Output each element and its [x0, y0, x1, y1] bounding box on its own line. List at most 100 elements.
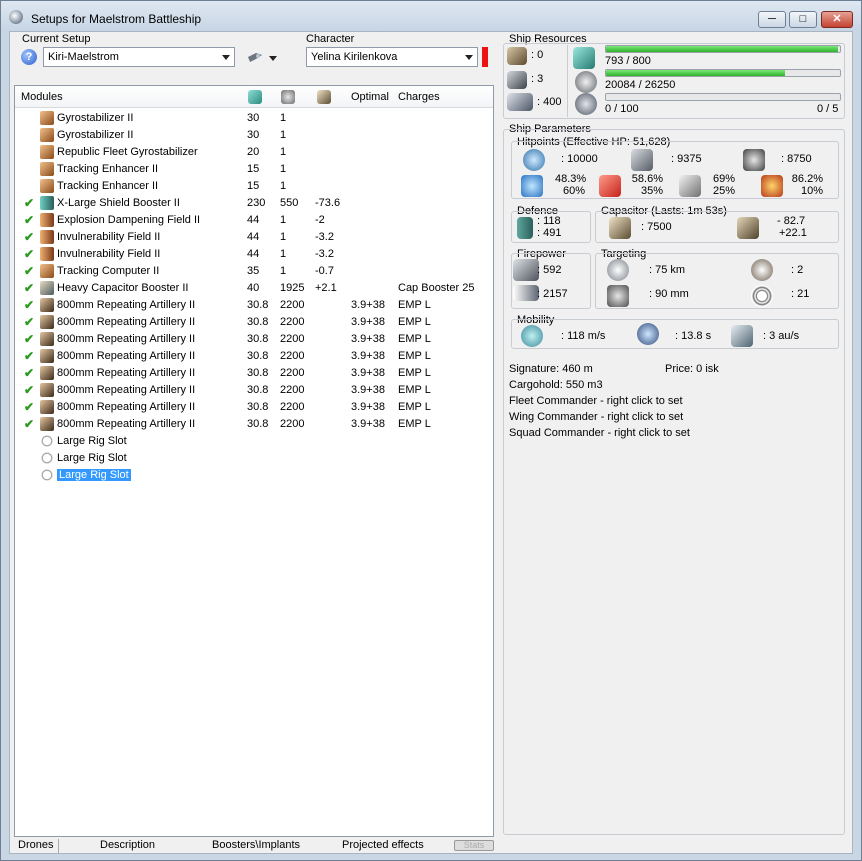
cpu-icon[interactable]	[248, 90, 262, 104]
right-panel: Ship Resources : 0 : 3 : 400 793 / 800 2…	[499, 31, 847, 851]
sensor-strength-value: : 21	[791, 288, 810, 300]
artillery-icon	[40, 383, 54, 397]
module-cpu: 30.8	[247, 316, 269, 328]
module-powergrid: 1	[280, 180, 287, 192]
module-row[interactable]: ✔ 800mm Repeating Artillery II 30.8 2200 3.9…	[15, 348, 493, 365]
module-name: Gyrostabilizer II	[57, 112, 134, 124]
tab-drones[interactable]: Drones	[18, 839, 53, 851]
fleet-commander[interactable]: Fleet Commander - right click to set	[509, 395, 683, 407]
module-name: Tracking Computer II	[57, 265, 160, 277]
ship-menu-icon[interactable]	[247, 50, 263, 64]
explosive-resist-value: 86.2% 10%	[791, 173, 823, 197]
module-row[interactable]: Tracking Enhancer II 15 1	[15, 178, 493, 195]
ship-menu-chevron-icon[interactable]	[269, 56, 277, 61]
module-row[interactable]: ✔ 800mm Repeating Artillery II 30.8 2200 3.9…	[15, 331, 493, 348]
wing-commander[interactable]: Wing Commander - right click to set	[509, 411, 683, 423]
close-button[interactable]: ✕	[821, 11, 853, 28]
tab-description[interactable]: Description	[100, 839, 155, 851]
artillery-icon	[40, 332, 54, 346]
module-cpu: 30.8	[247, 333, 269, 345]
fitted-check-icon: ✔	[24, 281, 35, 295]
max-targets-icon	[751, 259, 773, 281]
module-powergrid: 2200	[280, 316, 305, 328]
module-name: X-Large Shield Booster II	[57, 197, 180, 209]
module-cpu: 30.8	[247, 350, 269, 362]
tab-boosters-implants[interactable]: Boosters\Implants	[212, 839, 300, 851]
module-row[interactable]: Tracking Enhancer II 15 1	[15, 161, 493, 178]
maximize-button[interactable]: □	[789, 11, 817, 28]
current-setup-select[interactable]: Kiri-Maelstrom	[43, 47, 235, 67]
module-capacitor: -0.7	[315, 265, 334, 277]
kinetic-resist-icon	[679, 175, 701, 197]
module-row[interactable]: Large Rig Slot	[15, 467, 493, 484]
turret-slots-value: : 0	[531, 49, 544, 61]
module-charges: EMP L	[398, 418, 431, 430]
squad-commander[interactable]: Squad Commander - right click to set	[509, 427, 690, 439]
module-charges: EMP L	[398, 401, 431, 413]
volley-icon	[513, 259, 539, 281]
module-name: 800mm Repeating Artillery II	[57, 367, 196, 379]
module-optimal: 3.9+38	[351, 418, 385, 430]
module-row[interactable]: ✔ 800mm Repeating Artillery II 30.8 2200 3.9…	[15, 416, 493, 433]
module-name: Large Rig Slot	[57, 435, 127, 447]
character-value: Yelina Kirilenkova	[311, 51, 398, 63]
column-header-modules[interactable]: Modules	[21, 91, 63, 103]
module-row[interactable]: Large Rig Slot	[15, 433, 493, 450]
module-row[interactable]: ✔ 800mm Repeating Artillery II 30.8 2200 3.9…	[15, 297, 493, 314]
module-row[interactable]: ✔ 800mm Repeating Artillery II 30.8 2200 3.9…	[15, 382, 493, 399]
warp-speed-value: : 3 au/s	[763, 330, 800, 342]
module-powergrid: 1	[280, 265, 287, 277]
module-row[interactable]: ✔ 800mm Repeating Artillery II 30.8 2200 3.9…	[15, 314, 493, 331]
module-row[interactable]: ✔ 800mm Repeating Artillery II 30.8 2200 3.9…	[15, 365, 493, 382]
column-header-optimal[interactable]: Optimal	[351, 91, 389, 103]
module-name: 800mm Repeating Artillery II	[57, 384, 196, 396]
module-cpu: 30.8	[247, 418, 269, 430]
module-row[interactable]: ✔ Invulnerability Field II 44 1 -3.2	[15, 246, 493, 263]
module-row[interactable]: Gyrostabilizer II 30 1	[15, 127, 493, 144]
column-header-charges[interactable]: Charges	[398, 91, 440, 103]
capacitor-icon[interactable]	[317, 90, 331, 104]
firepower-dps-value: : 2157	[537, 288, 568, 300]
capacitor-use-value: - 82.7	[777, 215, 806, 227]
module-row[interactable]: ✔ X-Large Shield Booster II 230 550 -73.6	[15, 195, 493, 212]
module-row[interactable]: Gyrostabilizer II 30 1	[15, 110, 493, 127]
module-capacitor: -3.2	[315, 231, 334, 243]
rig-slot-icon	[40, 434, 54, 448]
module-cpu: 44	[247, 214, 260, 226]
fitted-check-icon: ✔	[24, 400, 35, 414]
chevron-down-icon	[465, 55, 473, 60]
module-optimal: 3.9+38	[351, 299, 385, 311]
weapon-upgrade-icon	[40, 128, 54, 142]
powergrid-icon[interactable]	[281, 90, 295, 104]
weapon-upgrade-icon	[40, 264, 54, 278]
stats-button[interactable]: Stats	[454, 840, 494, 851]
modules-list-header: Modules Optimal Charges	[15, 86, 493, 108]
module-row[interactable]: ✔ Explosion Dampening Field II 44 1 -2	[15, 212, 493, 229]
module-powergrid: 1	[280, 112, 287, 124]
module-row[interactable]: ✔ Tracking Computer II 35 1 -0.7	[15, 263, 493, 280]
align-time-icon	[637, 323, 659, 345]
module-row[interactable]: Large Rig Slot	[15, 450, 493, 467]
module-name: Tracking Enhancer II	[57, 180, 159, 192]
modules-list[interactable]: Modules Optimal Charges Gyrostabilizer I…	[14, 85, 494, 837]
help-icon[interactable]: ?	[21, 49, 37, 65]
cpu-bar-fill	[606, 46, 838, 52]
artillery-icon	[40, 349, 54, 363]
module-powergrid: 1	[280, 231, 287, 243]
fitted-check-icon: ✔	[24, 417, 35, 431]
module-name: 800mm Repeating Artillery II	[57, 418, 196, 430]
title-bar[interactable]: Setups for Maelstrom Battleship ─ □ ✕	[1, 1, 861, 31]
module-row[interactable]: ✔ Heavy Capacitor Booster II 40 1925 +2.1 Cap…	[15, 280, 493, 297]
module-row[interactable]: ✔ Invulnerability Field II 44 1 -3.2	[15, 229, 493, 246]
tab-projected-effects[interactable]: Projected effects	[342, 839, 424, 851]
powergrid-icon	[575, 71, 597, 93]
character-select[interactable]: Yelina Kirilenkova	[306, 47, 478, 67]
module-row[interactable]: ✔ 800mm Repeating Artillery II 30.8 2200 3.9…	[15, 399, 493, 416]
module-capacitor: -2	[315, 214, 325, 226]
drone-bay-bar	[605, 93, 841, 101]
bottom-tabs: Drones Description Boosters\Implants Pro…	[14, 837, 494, 855]
weapon-upgrade-icon	[40, 111, 54, 125]
module-row[interactable]: Republic Fleet Gyrostabilizer 20 1	[15, 144, 493, 161]
scan-resolution-value: : 90 mm	[649, 288, 689, 300]
minimize-button[interactable]: ─	[758, 11, 786, 28]
